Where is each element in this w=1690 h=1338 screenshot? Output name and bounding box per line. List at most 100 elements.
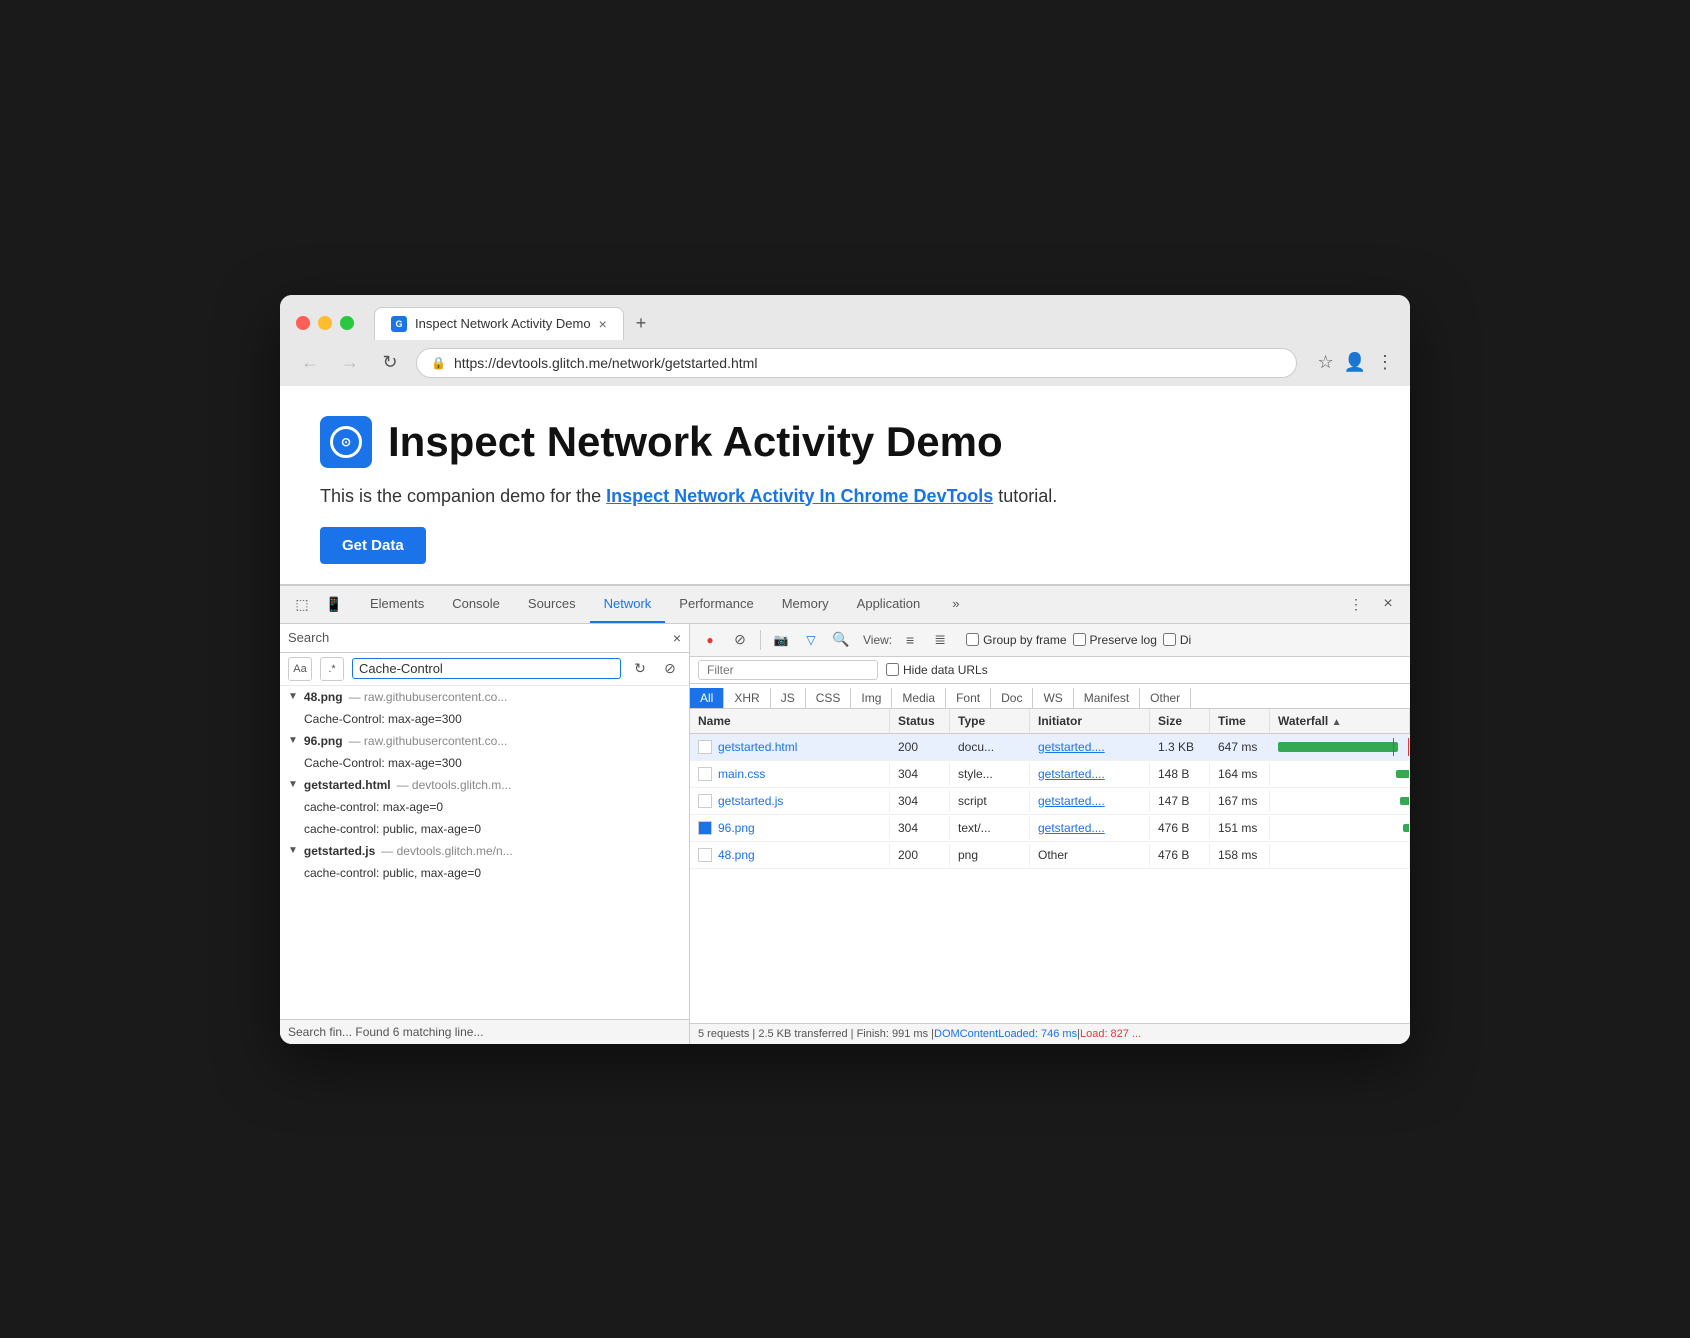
traffic-lights xyxy=(296,316,354,330)
table-row[interactable]: getstarted.js 304 script getstarted.... … xyxy=(690,788,1410,815)
match-line: Cache-Control: max-age=300 xyxy=(280,752,689,774)
search-clear-button[interactable]: × xyxy=(673,630,681,646)
forward-button[interactable]: → xyxy=(336,349,364,377)
tab-close-button[interactable]: × xyxy=(599,316,607,332)
menu-button[interactable]: ⋮ xyxy=(1376,352,1394,373)
devtools-body: Search × Aa .* ↻ ⊘ ▼ xyxy=(280,624,1410,1044)
search-group-header-js[interactable]: ▼ getstarted.js — devtools.glitch.me/n..… xyxy=(280,840,689,862)
search-cancel-button[interactable]: ⊘ xyxy=(659,658,681,680)
list-view-button[interactable]: ≡ xyxy=(898,628,922,652)
filter-icon-button[interactable]: ▽ xyxy=(799,628,823,652)
pill-all[interactable]: All xyxy=(690,688,724,708)
file-icon xyxy=(698,794,712,808)
search-field-input[interactable] xyxy=(352,658,621,679)
pill-other[interactable]: Other xyxy=(1140,688,1191,708)
tab-performance[interactable]: Performance xyxy=(665,586,767,623)
file-link[interactable]: main.css xyxy=(718,767,765,781)
cell-status: 304 xyxy=(890,763,950,785)
cell-time: 164 ms xyxy=(1210,763,1270,785)
maximize-button[interactable] xyxy=(340,316,354,330)
record-button[interactable]: ● xyxy=(698,628,722,652)
col-header-time[interactable]: Time xyxy=(1210,709,1270,733)
table-row[interactable]: 48.png 200 png Other 476 B 158 ms xyxy=(690,842,1410,869)
col-header-name[interactable]: Name xyxy=(690,709,890,733)
new-tab-button[interactable]: + xyxy=(624,307,659,340)
active-tab[interactable]: G Inspect Network Activity Demo × xyxy=(374,307,624,340)
search-group-getstarted-js: ▼ getstarted.js — devtools.glitch.me/n..… xyxy=(280,840,689,884)
file-link[interactable]: getstarted.js xyxy=(718,794,783,808)
search-group-header-96png[interactable]: ▼ 96.png — raw.githubusercontent.co... xyxy=(280,730,689,752)
toolbar-separator xyxy=(760,630,761,650)
file-icon xyxy=(698,767,712,781)
pill-js[interactable]: JS xyxy=(771,688,806,708)
group-by-frame-checkbox[interactable] xyxy=(966,633,979,646)
device-mode-icon[interactable]: 📱 xyxy=(320,590,348,618)
pill-font[interactable]: Font xyxy=(946,688,991,708)
tab-application[interactable]: Application xyxy=(843,586,935,623)
arrow-icon: ▼ xyxy=(288,691,298,702)
col-header-size[interactable]: Size xyxy=(1150,709,1210,733)
pill-xhr[interactable]: XHR xyxy=(724,688,770,708)
search-group-header-48png[interactable]: ▼ 48.png — raw.githubusercontent.co... xyxy=(280,686,689,708)
search-refresh-button[interactable]: ↻ xyxy=(629,658,651,680)
detail-view-button[interactable]: ≣ xyxy=(928,628,952,652)
col-header-waterfall[interactable]: Waterfall ▲ xyxy=(1270,709,1410,733)
file-link[interactable]: getstarted.html xyxy=(718,740,797,754)
cell-waterfall xyxy=(1270,788,1410,814)
cell-size: 476 B xyxy=(1150,817,1210,839)
search-results: ▼ 48.png — raw.githubusercontent.co... C… xyxy=(280,686,689,1019)
devtools-link[interactable]: Inspect Network Activity In Chrome DevTo… xyxy=(606,486,993,506)
browser-window: G Inspect Network Activity Demo × + ← → … xyxy=(280,295,1410,1044)
profile-button[interactable]: 👤 xyxy=(1344,352,1366,373)
disable-cache-checkbox[interactable] xyxy=(1163,633,1176,646)
cell-size: 1.3 KB xyxy=(1150,736,1210,758)
tab-memory[interactable]: Memory xyxy=(768,586,843,623)
bookmark-button[interactable]: ☆ xyxy=(1317,352,1333,373)
inspect-element-icon[interactable]: ⬚ xyxy=(288,590,316,618)
tab-sources[interactable]: Sources xyxy=(514,586,590,623)
devtools-menu-button[interactable]: ⋮ xyxy=(1342,590,1370,618)
tab-elements[interactable]: Elements xyxy=(356,586,438,623)
tab-more[interactable]: » xyxy=(938,586,973,623)
tab-console[interactable]: Console xyxy=(438,586,514,623)
status-load: Load: 827 ... xyxy=(1080,1028,1141,1040)
close-button[interactable] xyxy=(296,316,310,330)
col-header-status[interactable]: Status xyxy=(890,709,950,733)
cell-time: 167 ms xyxy=(1210,790,1270,812)
cell-status: 304 xyxy=(890,790,950,812)
refresh-button[interactable]: ↻ xyxy=(376,349,404,377)
cell-name-getstarted-html: getstarted.html xyxy=(690,736,890,758)
get-data-button[interactable]: Get Data xyxy=(320,527,426,564)
pill-ws[interactable]: WS xyxy=(1033,688,1073,708)
file-link[interactable]: 48.png xyxy=(718,848,755,862)
col-header-type[interactable]: Type xyxy=(950,709,1030,733)
filter-input[interactable] xyxy=(698,660,878,680)
pill-manifest[interactable]: Manifest xyxy=(1074,688,1140,708)
devtools-close-button[interactable]: × xyxy=(1374,590,1402,618)
table-row[interactable]: main.css 304 style... getstarted.... 148… xyxy=(690,761,1410,788)
match-line: Cache-Control: max-age=300 xyxy=(280,708,689,730)
stop-button[interactable]: ⊘ xyxy=(728,628,752,652)
hide-data-urls-checkbox[interactable] xyxy=(886,663,899,676)
table-row[interactable]: getstarted.html 200 docu... getstarted..… xyxy=(690,734,1410,761)
col-header-initiator[interactable]: Initiator xyxy=(1030,709,1150,733)
back-button[interactable]: ← xyxy=(296,349,324,377)
tab-network[interactable]: Network xyxy=(590,586,666,623)
pill-media[interactable]: Media xyxy=(892,688,946,708)
match-line: cache-control: public, max-age=0 xyxy=(280,862,689,884)
match-case-button[interactable]: Aa xyxy=(288,657,312,681)
address-field[interactable]: 🔒 https://devtools.glitch.me/network/get… xyxy=(416,348,1297,378)
pill-img[interactable]: Img xyxy=(851,688,892,708)
pill-doc[interactable]: Doc xyxy=(991,688,1033,708)
minimize-button[interactable] xyxy=(318,316,332,330)
search-icon-button[interactable]: 🔍 xyxy=(829,628,853,652)
regex-button[interactable]: .* xyxy=(320,657,344,681)
file-link[interactable]: 96.png xyxy=(718,821,755,835)
search-group-header-html[interactable]: ▼ getstarted.html — devtools.glitch.m... xyxy=(280,774,689,796)
cell-name-getstarted-js: getstarted.js xyxy=(690,790,890,812)
preserve-log-checkbox[interactable] xyxy=(1073,633,1086,646)
pill-css[interactable]: CSS xyxy=(806,688,852,708)
file-source-96png: — raw.githubusercontent.co... xyxy=(349,734,508,748)
screenshot-button[interactable]: 📷 xyxy=(769,628,793,652)
table-row[interactable]: 96.png 304 text/... getstarted.... 476 B… xyxy=(690,815,1410,842)
